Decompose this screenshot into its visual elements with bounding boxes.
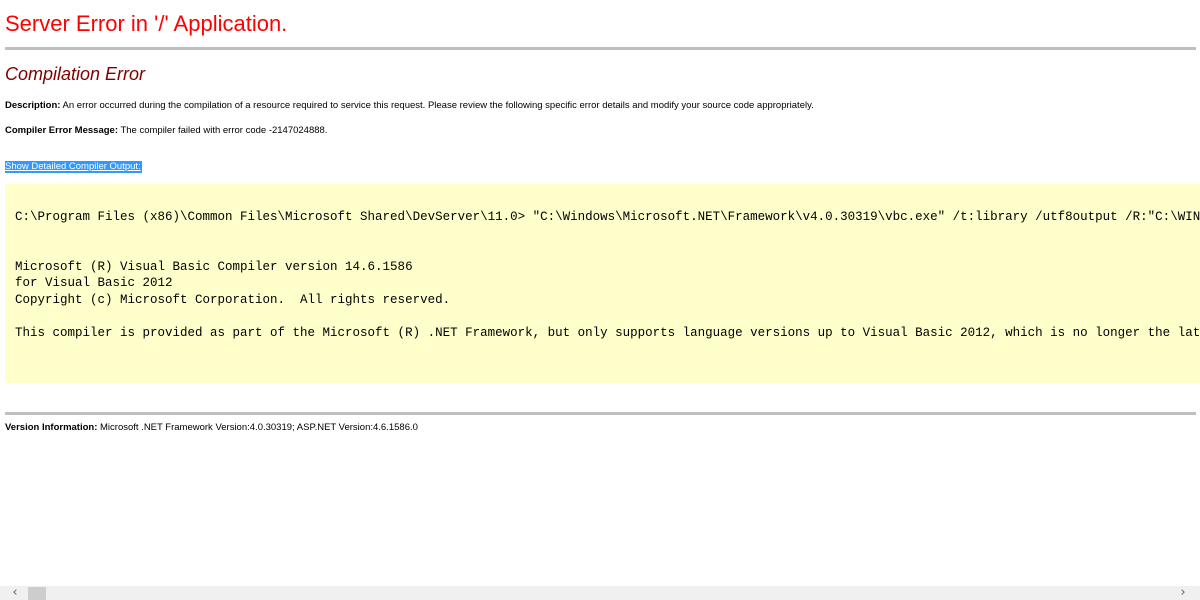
compiler-banner-line-3: Copyright (c) Microsoft Corporation. All… (15, 292, 451, 307)
command-line: C:\Program Files (x86)\Common Files\Micr… (15, 210, 1200, 224)
horizontal-scrollbar[interactable]: ‹ › (0, 586, 1200, 600)
error-heading: Compilation Error (5, 64, 146, 84)
description-line: Description: An error occurred during th… (5, 100, 814, 112)
show-compiler-output-link[interactable]: Show Detailed Compiler Output: (5, 161, 142, 173)
compiler-message-line: Compiler Error Message: The compiler fai… (5, 125, 327, 137)
version-label: Version Information: (5, 422, 98, 433)
compiler-output-box: C:\Program Files (x86)\Common Files\Micr… (5, 184, 1200, 383)
top-divider (5, 47, 1196, 50)
page-title: Server Error in '/' Application. (5, 11, 288, 36)
version-text: Microsoft .NET Framework Version:4.0.303… (97, 422, 418, 433)
error-page: Server Error in '/' Application. Compila… (0, 0, 1200, 586)
compiler-banner-line-1: Microsoft (R) Visual Basic Compiler vers… (15, 259, 413, 274)
description-text: An error occurred during the compilation… (60, 100, 814, 111)
scroll-left-icon[interactable]: ‹ (8, 586, 22, 600)
compiler-message-text: The compiler failed with error code -214… (117, 125, 328, 136)
version-information-line: Version Information: Microsoft .NET Fram… (5, 422, 418, 434)
compiler-banner-line-2: for Visual Basic 2012 (15, 276, 173, 291)
bottom-divider (5, 412, 1196, 415)
compiler-notice: This compiler is provided as part of the… (15, 326, 1200, 341)
scroll-right-icon[interactable]: › (1176, 586, 1190, 600)
scrollbar-thumb[interactable] (28, 587, 46, 600)
description-label: Description: (5, 100, 61, 111)
compiler-output: C:\Program Files (x86)\Common Files\Micr… (15, 209, 1200, 342)
compiler-message-label: Compiler Error Message: (5, 125, 118, 136)
